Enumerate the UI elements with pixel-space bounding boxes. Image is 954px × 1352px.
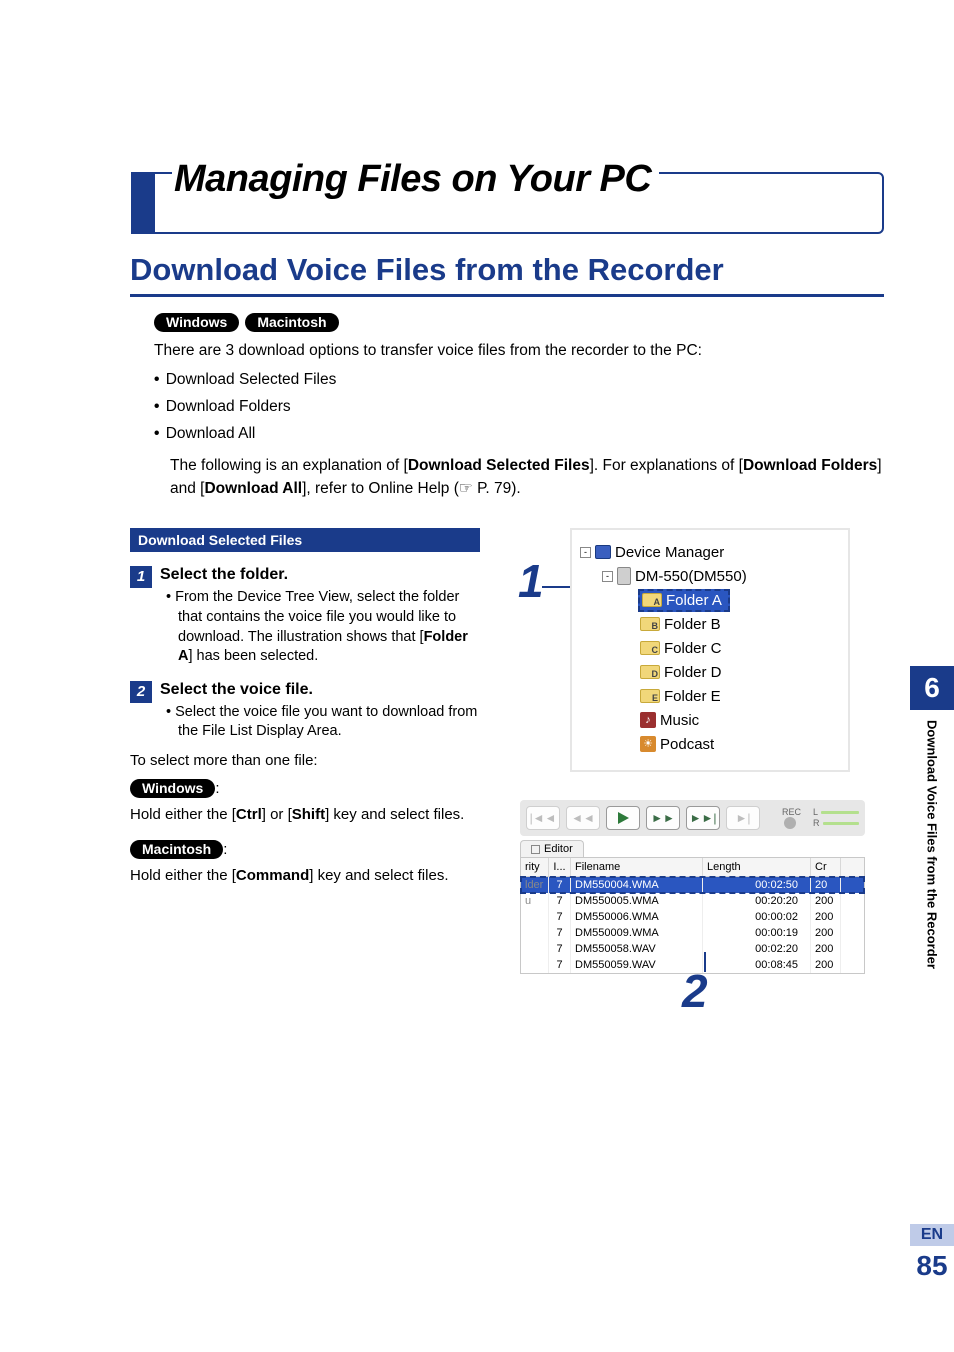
file-list-header: rity I... Filename Length Cr — [521, 858, 864, 877]
step-2-description: Select the voice file you want to downlo… — [178, 703, 480, 742]
download-options-list: Download Selected Files Download Folders… — [154, 366, 884, 447]
prev-track-button[interactable]: |◄◄ — [526, 806, 560, 830]
macintosh-multiselect-text: Hold either the [Command] key and select… — [130, 865, 480, 887]
table-row[interactable]: u7DM550005.WMA00:20:20200 — [521, 893, 864, 909]
table-row[interactable]: 7DM550009.WMA00:00:19200 — [521, 925, 864, 941]
page-title-bar: Managing Files on Your PC — [130, 160, 884, 234]
language-badge: EN — [910, 1224, 954, 1246]
rec-label: REC — [782, 808, 801, 817]
tree-root[interactable]: - Device Manager — [580, 540, 840, 564]
skip-button[interactable]: ►| — [726, 806, 760, 830]
explanation-text: The following is an explanation of [Down… — [170, 455, 884, 500]
recorder-icon — [617, 567, 631, 585]
step-2-number: 2 — [130, 681, 152, 703]
tree-music[interactable]: ♪ Music — [580, 708, 840, 732]
chapter-number: 6 — [910, 666, 954, 710]
os-badges: Windows Macintosh — [154, 313, 884, 332]
multi-select-intro: To select more than one file: — [130, 752, 480, 769]
step-1-title: Select the folder. — [160, 566, 480, 584]
windows-badge: Windows — [154, 313, 239, 332]
folder-icon: B — [640, 617, 660, 631]
table-row[interactable]: 7DM550058.WAV00:02:20200 — [521, 941, 864, 957]
section-title: Download Voice Files from the Recorder — [130, 252, 884, 297]
tab-icon — [531, 845, 540, 854]
editor-tab[interactable]: Editor — [520, 840, 584, 857]
fast-forward-button[interactable]: ►► — [646, 806, 680, 830]
page-title: Managing Files on Your PC — [172, 158, 659, 201]
step-1-number: 1 — [130, 566, 152, 588]
option-selected-files: Download Selected Files — [154, 366, 884, 393]
podcast-icon: ☀ — [640, 736, 656, 752]
next-track-button[interactable]: ►►| — [686, 806, 720, 830]
tree-folder-a[interactable]: A Folder A — [580, 588, 840, 612]
expand-icon[interactable]: - — [602, 571, 613, 582]
player-toolbar: |◄◄ ◄◄ ►► ►►| ►| REC L R — [520, 800, 865, 836]
device-manager-icon — [595, 545, 611, 559]
windows-multiselect-text: Hold either the [Ctrl] or [Shift] key an… — [130, 804, 480, 826]
record-button[interactable] — [784, 817, 796, 829]
file-list-table: rity I... Filename Length Cr lder7DM5500… — [520, 857, 865, 974]
file-list-screenshot: |◄◄ ◄◄ ►► ►►| ►| REC L R — [520, 800, 865, 974]
step-2-title: Select the voice file. — [160, 681, 480, 699]
folder-icon: E — [640, 689, 660, 703]
callout-2: 2 — [682, 964, 708, 1018]
level-meter: L R — [809, 808, 859, 828]
rewind-button[interactable]: ◄◄ — [566, 806, 600, 830]
table-row[interactable]: 7DM550006.WMA00:00:02200 — [521, 909, 864, 925]
step-1-description: From the Device Tree View, select the fo… — [178, 588, 480, 666]
page-footer: EN 85 — [910, 1224, 954, 1282]
music-icon: ♪ — [640, 712, 656, 728]
tree-folder-c[interactable]: C Folder C — [580, 636, 840, 660]
download-selected-files-header: Download Selected Files — [130, 528, 480, 552]
windows-badge-inline: Windows — [130, 779, 215, 798]
tree-device[interactable]: - DM-550(DM550) — [580, 564, 840, 588]
play-button[interactable] — [606, 806, 640, 830]
step-1: 1 Select the folder. From the Device Tre… — [130, 566, 480, 666]
option-folders: Download Folders — [154, 393, 884, 420]
tree-folder-e[interactable]: E Folder E — [580, 684, 840, 708]
tree-podcast[interactable]: ☀ Podcast — [580, 732, 840, 756]
folder-icon: C — [640, 641, 660, 655]
macintosh-badge-inline: Macintosh — [130, 840, 223, 859]
option-all: Download All — [154, 420, 884, 447]
expand-icon[interactable]: - — [580, 547, 591, 558]
tree-folder-d[interactable]: D Folder D — [580, 660, 840, 684]
chapter-tab: 6 Download Voice Files from the Recorder — [910, 666, 954, 1040]
step-2: 2 Select the voice file. Select the voic… — [130, 681, 480, 742]
tree-folder-b[interactable]: B Folder B — [580, 612, 840, 636]
callout-1: 1 — [518, 554, 544, 608]
table-row[interactable]: lder7DM550004.WMA00:02:5020 — [521, 877, 864, 893]
macintosh-badge: Macintosh — [245, 313, 338, 332]
device-tree-screenshot: - Device Manager - DM-550(DM550) A Folde… — [570, 528, 850, 772]
intro-text: There are 3 download options to transfer… — [154, 340, 884, 362]
play-icon — [618, 812, 629, 824]
chapter-label: Download Voice Files from the Recorder — [925, 720, 940, 1040]
page-number: 85 — [910, 1250, 954, 1282]
folder-icon: D — [640, 665, 660, 679]
folder-icon: A — [642, 593, 662, 607]
